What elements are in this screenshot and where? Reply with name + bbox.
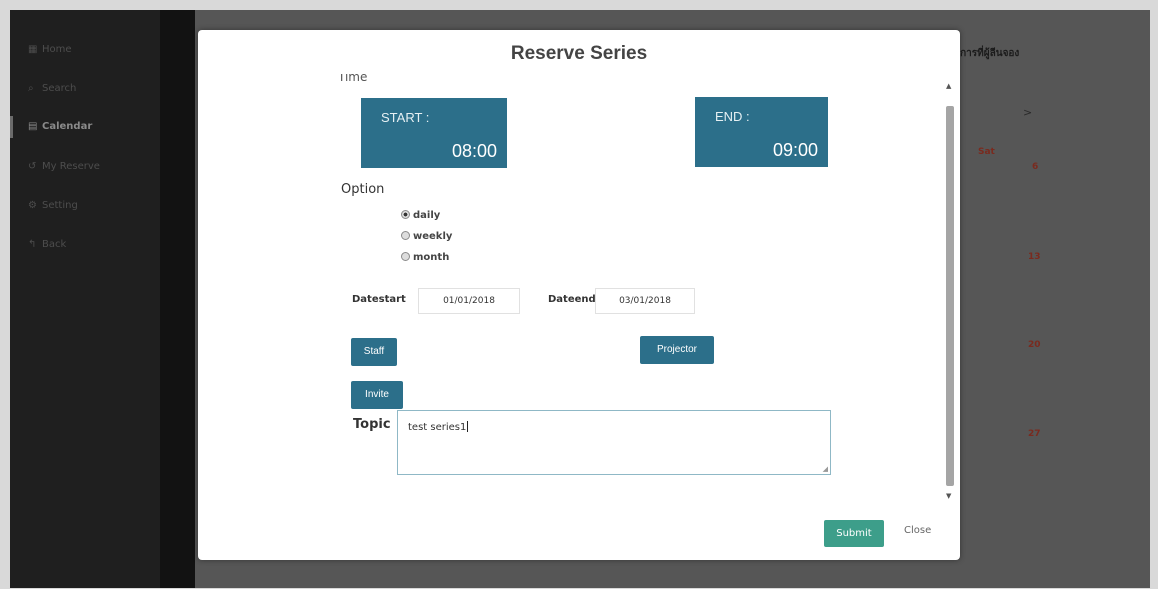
- calendar-day[interactable]: 13: [1028, 252, 1041, 262]
- radio-button[interactable]: [401, 210, 410, 219]
- calendar-day[interactable]: 27: [1028, 429, 1041, 439]
- sidebar-item-label: My Reserve: [42, 161, 100, 172]
- start-caption: START :: [381, 110, 430, 125]
- calendar-icon: ▤: [28, 121, 38, 132]
- modal-title: Reserve Series: [510, 43, 648, 64]
- sidebar-item-my-reserve[interactable]: ↺ My Reserve: [28, 161, 100, 172]
- gear-icon: ⚙: [28, 200, 37, 211]
- scroll-up-icon[interactable]: ▲: [946, 82, 951, 90]
- sidebar-item-label: Back: [42, 239, 67, 250]
- topic-label: Topic: [353, 417, 391, 432]
- close-button[interactable]: Close: [904, 525, 931, 536]
- option-weekly[interactable]: weekly: [401, 231, 452, 242]
- start-time-value: 08:00: [451, 141, 497, 161]
- topic-textarea[interactable]: test series1 ◢: [397, 410, 831, 475]
- sidebar-item-label: Calendar: [42, 121, 93, 132]
- radio-button[interactable]: [401, 252, 410, 261]
- datestart-field[interactable]: 01/01/2018: [418, 288, 520, 314]
- dateend-label: Dateend: [548, 294, 596, 305]
- modal-scrollbar[interactable]: ▲ ▼: [944, 76, 956, 502]
- sidebar-item-search[interactable]: ⌕ Search: [28, 83, 76, 94]
- grid-icon: ▦: [28, 44, 38, 55]
- calendar-day[interactable]: 20: [1028, 340, 1041, 350]
- option-label-text: daily: [413, 210, 441, 221]
- submit-button[interactable]: Submit: [824, 520, 884, 547]
- radio-button[interactable]: [401, 231, 410, 240]
- text-caret: [467, 421, 469, 432]
- sidebar-edge: [160, 10, 195, 588]
- staff-button[interactable]: Staff: [351, 338, 397, 366]
- scroll-down-icon[interactable]: ▼: [946, 492, 951, 500]
- end-caption: END :: [715, 109, 750, 124]
- start-time-picker[interactable]: START : 08:00: [361, 98, 507, 168]
- weekday-sat-label: Sat: [978, 147, 995, 157]
- datestart-label: Datestart: [352, 294, 406, 305]
- option-daily[interactable]: daily: [401, 210, 440, 221]
- option-month[interactable]: month: [401, 252, 449, 263]
- end-time-value: 09:00: [772, 140, 818, 160]
- option-label-text: month: [413, 252, 450, 263]
- sidebar-item-label: Home: [42, 44, 72, 55]
- sidebar-item-setting[interactable]: ⚙ Setting: [28, 200, 78, 211]
- end-time-picker[interactable]: END : 09:00: [695, 97, 828, 167]
- calendar-day[interactable]: 6: [1032, 162, 1038, 172]
- sidebar-item-label: Setting: [42, 200, 78, 211]
- topic-text: test series1: [408, 422, 467, 433]
- option-label-text: weekly: [413, 231, 453, 242]
- sidebar-item-back[interactable]: ↰ Back: [28, 239, 66, 250]
- reserve-series-modal: Reserve Series Time START : 08:00 END : …: [198, 30, 960, 560]
- option-label: Option: [341, 182, 385, 197]
- sidebar: ▦ Home ⌕ Search ▤ Calendar ↺ My Reserve ⚙ Set…: [10, 10, 195, 588]
- search-icon: ⌕: [28, 83, 34, 94]
- history-icon: ↺: [28, 161, 37, 172]
- nav-active-indicator: [10, 116, 13, 138]
- projector-button[interactable]: Projector: [640, 336, 714, 364]
- dateend-field[interactable]: 03/01/2018: [595, 288, 695, 314]
- sidebar-item-home[interactable]: ▦ Home: [28, 44, 72, 55]
- sidebar-item-label: Search: [42, 83, 77, 94]
- time-label: Time: [338, 74, 368, 84]
- scroll-thumb[interactable]: [946, 106, 954, 486]
- next-month-arrow[interactable]: >: [1023, 106, 1032, 119]
- invite-button[interactable]: Invite: [351, 381, 403, 409]
- back-icon: ↰: [28, 239, 37, 250]
- sidebar-item-calendar[interactable]: ▤ Calendar: [28, 121, 92, 132]
- modal-body: Time START : 08:00 END : 09:00 Option da…: [198, 74, 960, 504]
- resize-grip-icon[interactable]: ◢: [823, 465, 828, 473]
